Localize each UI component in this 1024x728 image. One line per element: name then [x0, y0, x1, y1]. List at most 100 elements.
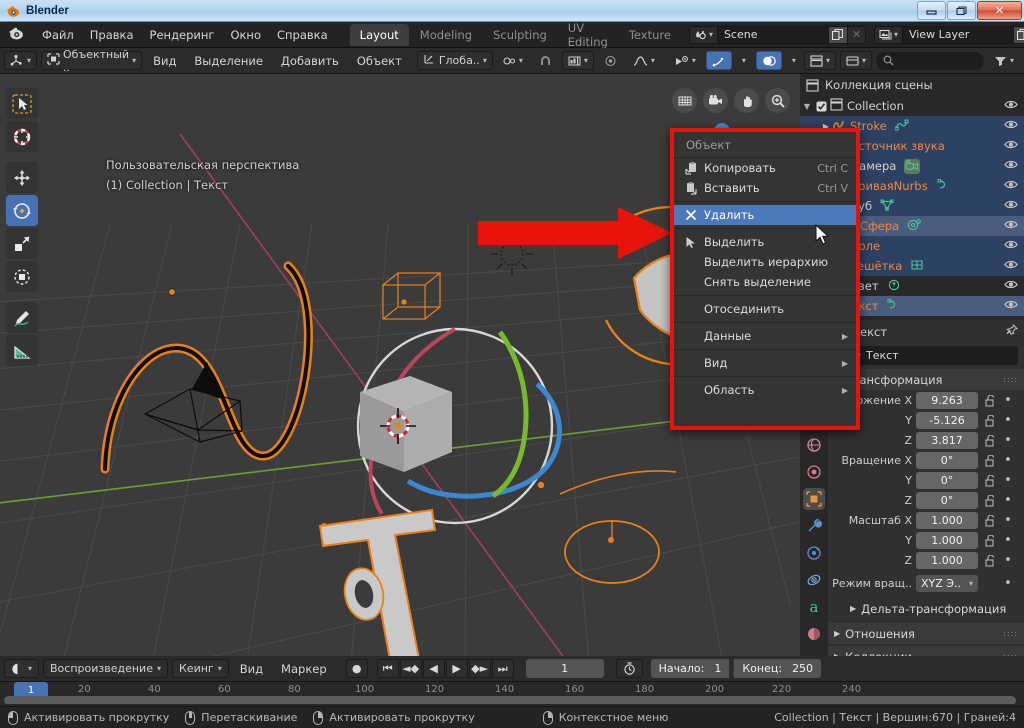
scene-name-field[interactable]: Scene: [718, 26, 828, 44]
eye-icon[interactable]: [1004, 99, 1018, 113]
scene-icon[interactable]: ▾: [689, 26, 718, 44]
timeline-menu-keying[interactable]: Кеинг ▾: [172, 659, 229, 678]
collection-checkbox[interactable]: [814, 101, 828, 112]
material-tab[interactable]: [803, 623, 825, 645]
constraint-tab[interactable]: [803, 569, 825, 591]
unlock-icon[interactable]: [982, 495, 998, 507]
location-z-field[interactable]: 3.817: [916, 432, 978, 449]
magnet-icon[interactable]: [533, 51, 558, 70]
scale-z-field[interactable]: 1.000: [916, 552, 978, 569]
animate-dot[interactable]: •: [1002, 513, 1014, 528]
falloff-curve-selector[interactable]: ▾: [627, 51, 661, 70]
grid-view-icon[interactable]: [672, 88, 697, 113]
object-mode-selector[interactable]: Объектный .. ▾: [41, 51, 142, 70]
mesh-data-icon[interactable]: [880, 199, 894, 214]
modifier-tab[interactable]: [803, 515, 825, 537]
camera-data-icon[interactable]: [904, 159, 920, 174]
eye-icon[interactable]: [1004, 119, 1018, 133]
scale-x-field[interactable]: 1.000: [916, 512, 978, 529]
context-menu-item-view[interactable]: Вид ▶: [674, 353, 856, 373]
eye-icon[interactable]: [1004, 279, 1018, 293]
rotation-y-field[interactable]: 0°: [916, 472, 978, 489]
use-preview-range-icon[interactable]: [616, 659, 643, 678]
animate-dot[interactable]: •: [1002, 533, 1014, 548]
location-y-field[interactable]: -5.126: [916, 412, 978, 429]
prev-keyframe-icon[interactable]: ◄◆: [400, 659, 422, 678]
location-x-field[interactable]: 9.263: [916, 392, 978, 409]
physics-tab[interactable]: [803, 542, 825, 564]
snap-target-selector[interactable]: ▾: [562, 51, 594, 70]
view-layer-icon[interactable]: ▾: [874, 26, 903, 44]
camera-view-icon[interactable]: [703, 88, 728, 113]
tab-modeling[interactable]: Modeling: [410, 24, 482, 46]
proportional-edit-icon[interactable]: [598, 51, 623, 70]
jump-to-end-icon[interactable]: ⏭: [492, 659, 514, 678]
annotate-tool[interactable]: [6, 302, 38, 333]
object-tab[interactable]: [803, 488, 825, 510]
cursor-tool[interactable]: [6, 121, 38, 152]
rotate-tool[interactable]: [6, 195, 38, 226]
minimize-button[interactable]: [917, 1, 946, 20]
object-data-tab[interactable]: a: [803, 596, 825, 618]
editor-type-timeline-icon[interactable]: ▾: [4, 659, 39, 678]
editor-type-outliner-icon[interactable]: ▾: [804, 51, 836, 70]
blender-menu-icon[interactable]: [8, 25, 24, 44]
viewport-menu-view[interactable]: Вид: [146, 52, 183, 70]
animate-dot[interactable]: •: [1002, 576, 1014, 591]
record-icon[interactable]: ●: [346, 659, 368, 678]
font-data-icon[interactable]: [886, 299, 900, 314]
timeline-menu-view[interactable]: Вид: [233, 660, 270, 678]
unlock-icon[interactable]: [982, 455, 998, 467]
rotation-mode-dropdown[interactable]: XYZ Э.. ▾: [916, 575, 978, 592]
timeline-menu-playback[interactable]: Воспроизведение ▾: [43, 659, 168, 678]
rotation-z-field[interactable]: 0°: [916, 492, 978, 509]
lattice-data-icon[interactable]: [910, 259, 924, 274]
current-frame-field[interactable]: 1: [526, 659, 604, 678]
outliner-search-input[interactable]: [876, 52, 984, 70]
eye-icon[interactable]: [1004, 239, 1018, 253]
timeline-horizontal-scrollbar[interactable]: [4, 696, 1016, 704]
menu-render[interactable]: Рендеринг: [142, 25, 223, 45]
outliner-row-collection[interactable]: ▼ Collection: [800, 96, 1024, 116]
drag-handle-icon[interactable]: ::::: [1003, 375, 1018, 384]
animate-dot[interactable]: •: [1002, 433, 1014, 448]
tab-sculpting[interactable]: Sculpting: [483, 24, 557, 46]
unlock-icon[interactable]: [982, 515, 998, 527]
view-layer-name-field[interactable]: View Layer: [903, 26, 1013, 44]
object-id-field[interactable]: ▾ Текст: [834, 346, 1018, 365]
unlock-icon[interactable]: [982, 475, 998, 487]
scene-duplicate-icon[interactable]: [828, 26, 848, 44]
context-menu-item-data[interactable]: Данные ▶: [674, 326, 856, 346]
animate-dot[interactable]: •: [1002, 453, 1014, 468]
view-layer-duplicate-icon[interactable]: [1013, 26, 1024, 44]
tweak-tool[interactable]: [6, 88, 38, 119]
scale-y-field[interactable]: 1.000: [916, 532, 978, 549]
curve-data-icon[interactable]: [936, 179, 950, 194]
gizmo-options-dropdown[interactable]: ▾: [736, 51, 752, 70]
frame-end-field[interactable]: Конец: 250: [733, 659, 821, 678]
close-button[interactable]: ✕: [977, 1, 1022, 20]
zoom-view-icon[interactable]: [765, 88, 790, 113]
move-tool[interactable]: [6, 162, 38, 193]
unlock-icon[interactable]: [982, 395, 998, 407]
viewport-menu-object[interactable]: Объект: [350, 52, 409, 70]
editor-type-3dviewport-icon[interactable]: ▾: [4, 51, 37, 70]
context-menu-item-area[interactable]: Область ▶: [674, 380, 856, 400]
frame-start-field[interactable]: Начало: 1: [651, 659, 730, 678]
play-icon[interactable]: ▶: [446, 659, 468, 678]
outliner-scene-collection-row[interactable]: Коллекция сцены: [800, 74, 1024, 96]
animate-dot[interactable]: •: [1002, 473, 1014, 488]
curve-data-icon[interactable]: [895, 119, 909, 134]
drag-handle-icon[interactable]: ::::: [1003, 629, 1018, 638]
unlock-icon[interactable]: [982, 535, 998, 547]
jump-to-start-icon[interactable]: ⏮: [377, 659, 399, 678]
animate-dot[interactable]: •: [1002, 553, 1014, 568]
animate-dot[interactable]: •: [1002, 393, 1014, 408]
menu-file[interactable]: Файл: [34, 25, 82, 45]
menu-help[interactable]: Справка: [269, 25, 336, 45]
transform-orientation-selector[interactable]: Глоба.. ▾: [417, 51, 493, 70]
unlock-icon[interactable]: [982, 415, 998, 427]
object-types-visibility-icon[interactable]: ▾: [669, 51, 702, 70]
tab-layout[interactable]: Layout: [350, 24, 409, 46]
tab-texture[interactable]: Texture: [619, 24, 681, 46]
